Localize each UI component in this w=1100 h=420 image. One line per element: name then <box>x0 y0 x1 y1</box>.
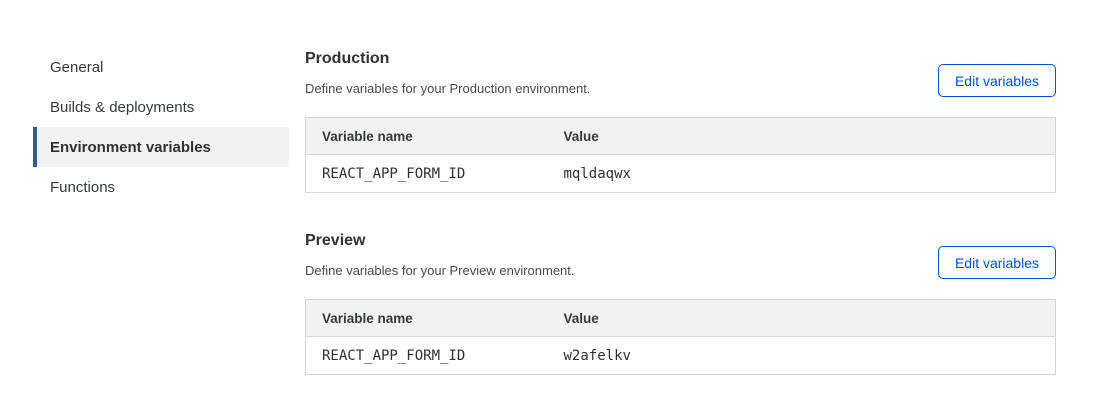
table-header-row: Variable name Value <box>306 300 1056 337</box>
production-section: Production Define variables for your Pro… <box>305 49 1056 193</box>
variable-name-header: Variable name <box>306 118 548 155</box>
preview-section: Preview Define variables for your Previe… <box>305 231 1056 375</box>
preview-variables-table: Variable name Value REACT_APP_FORM_ID w2… <box>305 299 1056 375</box>
sidebar-item-environment-variables[interactable]: Environment variables <box>33 127 289 167</box>
value-header: Value <box>548 300 1056 337</box>
sidebar-item-general[interactable]: General <box>33 47 289 87</box>
value-header: Value <box>548 118 1056 155</box>
preview-edit-variables-button[interactable]: Edit variables <box>938 246 1056 279</box>
preview-description: Define variables for your Preview enviro… <box>305 263 575 279</box>
production-variables-table: Variable name Value REACT_APP_FORM_ID mq… <box>305 117 1056 193</box>
table-header-row: Variable name Value <box>306 118 1056 155</box>
settings-page: General Builds & deployments Environment… <box>0 0 1100 413</box>
variable-value-cell: w2afelkv <box>548 337 1056 375</box>
settings-sidebar: General Builds & deployments Environment… <box>33 47 289 413</box>
variable-name-cell: REACT_APP_FORM_ID <box>306 155 548 193</box>
production-text-block: Production Define variables for your Pro… <box>305 49 590 97</box>
variable-name-header: Variable name <box>306 300 548 337</box>
sidebar-item-builds-deployments[interactable]: Builds & deployments <box>33 87 289 127</box>
environment-variables-panel: Production Define variables for your Pro… <box>305 49 1056 413</box>
variable-value-cell: mqldaqwx <box>548 155 1056 193</box>
preview-title: Preview <box>305 231 575 250</box>
preview-section-header: Preview Define variables for your Previe… <box>305 231 1056 279</box>
production-description: Define variables for your Production env… <box>305 81 590 97</box>
table-row: REACT_APP_FORM_ID w2afelkv <box>306 337 1056 375</box>
production-title: Production <box>305 49 590 68</box>
production-section-header: Production Define variables for your Pro… <box>305 49 1056 97</box>
production-edit-variables-button[interactable]: Edit variables <box>938 64 1056 97</box>
sidebar-item-functions[interactable]: Functions <box>33 167 289 207</box>
preview-text-block: Preview Define variables for your Previe… <box>305 231 575 279</box>
table-row: REACT_APP_FORM_ID mqldaqwx <box>306 155 1056 193</box>
variable-name-cell: REACT_APP_FORM_ID <box>306 337 548 375</box>
